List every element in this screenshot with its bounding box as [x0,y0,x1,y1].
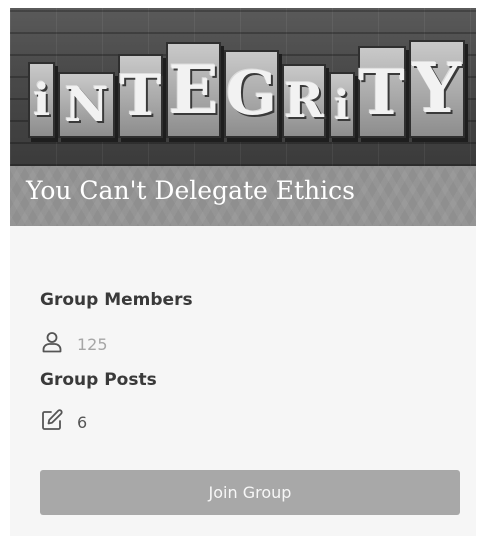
posts-label: Group Posts [40,370,157,390]
letter-block: N [58,72,115,138]
group-title[interactable]: You Can't Delegate Ethics [26,176,355,205]
members-count: 125 [77,335,108,354]
letter-block: R [282,64,327,138]
group-cover-image: i N T E G R i T Y [10,8,476,166]
integrity-letterpress-image: i N T E G R i T Y [28,36,468,138]
posts-count: 6 [77,413,88,432]
user-icon [40,330,64,359]
letter-block: T [357,46,406,138]
letter-block: i [28,62,56,138]
letter-block: G [223,50,280,138]
members-stat: 125 [40,330,108,359]
letter-block: Y [408,40,465,138]
letter-block: E [166,42,221,138]
letter-block: i [329,72,355,138]
edit-icon [40,408,64,437]
join-group-button[interactable]: Join Group [40,470,460,515]
posts-stat: 6 [40,408,87,437]
members-label: Group Members [40,290,193,310]
group-card: i N T E G R i T Y You Can't Delegate Eth… [10,8,476,536]
letter-block: T [117,54,164,138]
